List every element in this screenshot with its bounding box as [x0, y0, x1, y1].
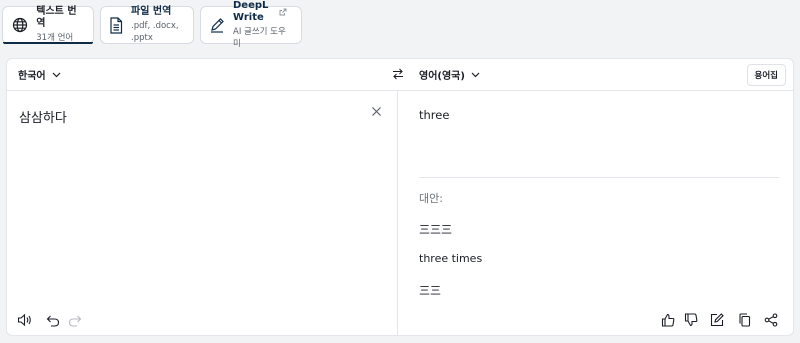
target-language-label: 영어(영국) — [419, 71, 465, 82]
source-language-select[interactable]: 한국어 — [18, 67, 61, 82]
tab-title: DeepL Write — [233, 0, 269, 23]
tab-subtitle: AI 글쓰기 도우미 — [233, 27, 286, 49]
swap-languages-button[interactable] — [391, 67, 407, 83]
globe-icon — [11, 15, 28, 35]
chevron-down-icon — [52, 70, 61, 79]
redo-icon — [68, 314, 82, 327]
edit-translation-button[interactable] — [709, 312, 725, 328]
tab-title: 텍스트 번역 — [36, 6, 77, 29]
translation-output: three — [419, 108, 450, 122]
source-language-label: 한국어 — [18, 71, 46, 82]
target-language-select[interactable]: 영어(영국) — [419, 67, 480, 82]
undo-button[interactable] — [45, 312, 61, 328]
speaker-icon — [17, 313, 33, 327]
thumbs-down-button[interactable] — [683, 312, 699, 328]
alternatives-divider — [419, 177, 779, 178]
external-link-icon — [279, 8, 287, 16]
pen-icon — [209, 15, 225, 35]
close-icon — [371, 106, 383, 117]
translator-panel: 한국어 영어(영국) 용어집 삼삼하다 three 대안: 三三三 three … — [6, 58, 794, 336]
alternative-item[interactable]: 三三 — [419, 282, 441, 298]
language-bar: 한국어 영어(영국) 용어집 — [7, 59, 793, 91]
document-icon — [109, 15, 123, 35]
thumbs-up-button[interactable] — [660, 312, 676, 328]
tab-deepl-write[interactable]: DeepL Write AI 글쓰기 도우미 — [200, 0, 302, 49]
share-icon — [764, 313, 778, 327]
source-text-input[interactable]: 삼삼하다 — [19, 107, 67, 126]
clear-text-button[interactable] — [371, 106, 383, 118]
tab-file-translation[interactable]: 파일 번역 .pdf, .docx, .pptx — [100, 6, 194, 44]
tab-title: 파일 번역 — [131, 6, 172, 17]
tab-subtitle: 31개 언어 — [36, 33, 74, 43]
edit-icon — [710, 313, 724, 327]
share-button[interactable] — [763, 312, 779, 328]
copy-button[interactable] — [736, 312, 752, 328]
thumbs-down-icon — [684, 313, 698, 327]
listen-source-button[interactable] — [17, 312, 33, 328]
redo-button[interactable] — [67, 312, 83, 328]
chevron-down-icon — [471, 70, 480, 79]
tab-text-translation[interactable]: 텍스트 번역 31개 언어 — [2, 6, 94, 44]
alternative-item[interactable]: three times — [419, 252, 482, 265]
swap-icon — [391, 67, 407, 81]
tab-subtitle: .pdf, .docx, .pptx — [131, 21, 179, 43]
thumbs-up-icon — [661, 313, 675, 327]
mode-tabs: 텍스트 번역 31개 언어 파일 번역 .pdf, .docx, .pptx D… — [2, 0, 302, 49]
panel-divider — [397, 91, 398, 335]
undo-icon — [46, 314, 60, 327]
alternatives-heading: 대안: — [419, 192, 443, 205]
glossary-button[interactable]: 용어집 — [746, 64, 786, 86]
copy-icon — [738, 313, 751, 327]
alternative-item[interactable]: 三三三 — [419, 221, 452, 237]
